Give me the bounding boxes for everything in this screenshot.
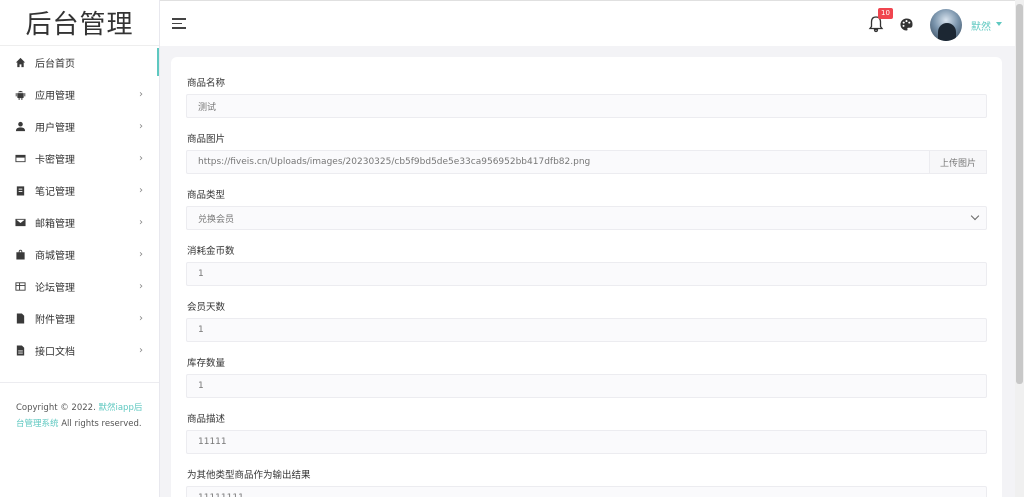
sidebar-item-label: 邮箱管理 [35,218,75,230]
sidebar-item-label: 商城管理 [35,250,75,262]
product-form: 商品名称 测试 商品图片 https://fiveis.cn/Uploads/i… [171,57,1002,497]
copyright-suffix: All rights reserved. [58,419,142,429]
card-icon [14,152,26,164]
chevron-right-icon: › [139,216,143,228]
sidebar-item-label: 论坛管理 [35,282,75,294]
sidebar-item-api-docs[interactable]: 接口文档 › [0,334,159,366]
output-result-input[interactable]: 11111111 [186,486,987,497]
mail-icon [14,216,26,228]
label-product-name: 商品名称 [187,78,226,89]
home-icon [14,56,26,68]
topbar: 10 默然 [160,0,1024,46]
sidebar-item-label: 附件管理 [35,314,75,326]
divider [0,382,159,383]
input-value: https://fiveis.cn/Uploads/images/2023032… [198,157,591,167]
chevron-right-icon: › [139,248,143,260]
caret-down-icon[interactable] [996,22,1002,26]
input-value: 11111 [198,437,227,447]
label-coin-cost: 消耗金币数 [187,246,235,257]
product-name-input[interactable]: 测试 [186,94,987,118]
label-output-result: 为其他类型商品作为输出结果 [187,470,311,481]
sidebar-menu: 后台首页 应用管理 › 用户管理 › 卡密管理 › 笔记管理 › 邮箱管理 › [0,46,159,366]
notification-badge: 10 [878,8,893,19]
sidebar-item-label: 笔记管理 [35,186,75,198]
sidebar-item-label: 用户管理 [35,122,75,134]
input-value: 1 [198,381,204,391]
sidebar-item-attachments[interactable]: 附件管理 › [0,302,159,334]
scrollbar-thumb[interactable] [1016,4,1023,384]
sidebar-item-label: 后台首页 [35,58,75,70]
label-stock-quantity: 库存数量 [187,358,226,369]
stock-quantity-input[interactable]: 1 [186,374,987,398]
chevron-right-icon: › [139,280,143,292]
shopping-bag-icon [14,248,26,260]
username[interactable]: 默然 [971,18,991,33]
product-image-input[interactable]: https://fiveis.cn/Uploads/images/2023032… [186,150,987,174]
upload-image-button[interactable]: 上传图片 [929,150,987,174]
sidebar-item-mail[interactable]: 邮箱管理 › [0,206,159,238]
coin-cost-input[interactable]: 1 [186,262,987,286]
chevron-right-icon: › [139,88,143,100]
brand-logo[interactable]: 后台管理 [0,0,159,46]
clipboard-icon [14,184,26,196]
sidebar-item-label: 接口文档 [35,346,75,358]
label-product-image: 商品图片 [187,134,226,145]
chevron-down-icon [970,211,980,221]
label-member-days: 会员天数 [187,302,226,313]
menu-toggle-icon[interactable] [172,18,186,32]
sidebar-item-shop[interactable]: 商城管理 › [0,238,159,270]
sidebar-item-forum[interactable]: 论坛管理 › [0,270,159,302]
avatar[interactable] [930,9,962,41]
document-icon [14,344,26,356]
sidebar-item-cards[interactable]: 卡密管理 › [0,142,159,174]
sidebar: 后台管理 后台首页 应用管理 › 用户管理 › 卡密管理 › 笔记管理 › 邮箱… [0,0,160,497]
sidebar-item-label: 应用管理 [35,90,75,102]
product-type-select[interactable]: 兑换会员 [186,206,987,230]
brand-title: 后台管理 [25,10,134,40]
chevron-right-icon: › [139,312,143,324]
input-value: 11111111 [198,493,244,497]
user-icon [14,120,26,132]
table-icon [14,280,26,292]
input-value: 测试 [198,102,217,113]
product-description-input[interactable]: 11111 [186,430,987,454]
android-icon [14,88,26,100]
chevron-right-icon: › [139,344,143,356]
file-icon [14,312,26,324]
page-scrollbar[interactable] [1015,0,1024,497]
copyright: Copyright © 2022. 默然iapp后台管理系统 All right… [16,400,146,432]
palette-icon[interactable] [900,18,913,31]
input-value: 1 [198,269,204,279]
sidebar-item-home[interactable]: 后台首页 [0,46,159,78]
sidebar-item-notes[interactable]: 笔记管理 › [0,174,159,206]
input-value: 1 [198,325,204,335]
chevron-right-icon: › [139,184,143,196]
sidebar-item-users[interactable]: 用户管理 › [0,110,159,142]
member-days-input[interactable]: 1 [186,318,987,342]
copyright-prefix: Copyright © 2022. [16,403,99,413]
label-product-type: 商品类型 [187,190,226,201]
label-product-description: 商品描述 [187,414,226,425]
chevron-right-icon: › [139,152,143,164]
select-value: 兑换会员 [198,214,235,225]
sidebar-item-apps[interactable]: 应用管理 › [0,78,159,110]
sidebar-item-label: 卡密管理 [35,154,75,166]
chevron-right-icon: › [139,120,143,132]
